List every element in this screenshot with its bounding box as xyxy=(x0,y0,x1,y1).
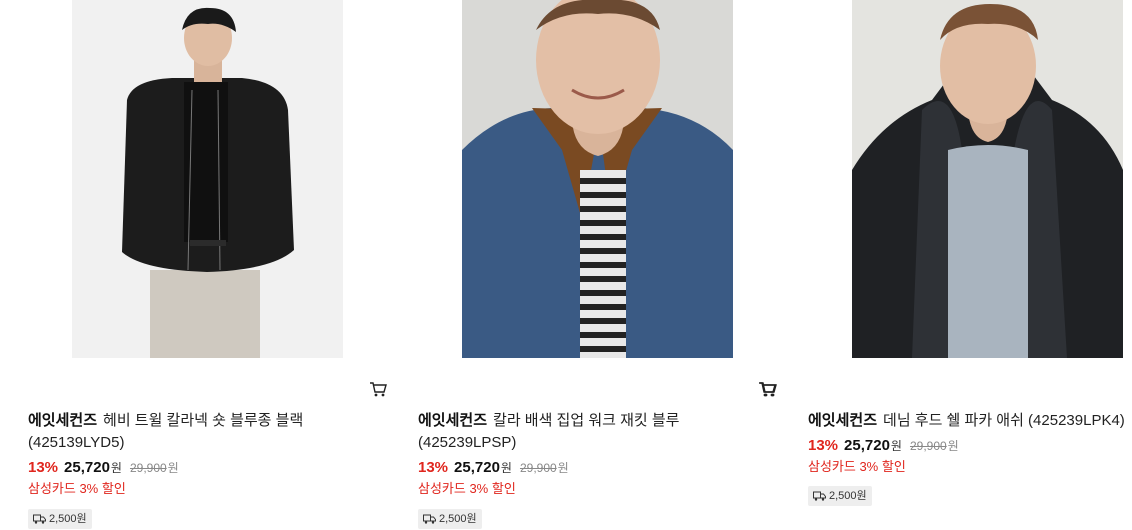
brand-name: 에잇세컨즈 xyxy=(28,412,98,429)
shipping-badge: 2,500원 xyxy=(808,486,872,506)
add-to-cart-button[interactable] xyxy=(758,380,776,398)
original-price: 29,900 xyxy=(909,439,947,453)
card-promo-text: 삼성카드 3% 할인 xyxy=(418,481,516,496)
cart-icon xyxy=(370,382,387,397)
product-name: 데님 후드 쉘 파카 애쉬 (425239LPK4) xyxy=(883,412,1125,429)
sale-price: 25,720 xyxy=(64,459,110,476)
currency-unit: 원 xyxy=(500,461,512,475)
brand-name: 에잇세컨즈 xyxy=(808,412,878,429)
product-title[interactable]: 에잇세컨즈 헤비 트윌 칼라넥 숏 블루종 블랙 (425139LYD5) xyxy=(28,410,388,454)
discount-rate: 13% xyxy=(418,459,449,476)
product-title[interactable]: 에잇세컨즈 데님 후드 쉘 파카 애쉬 (425239LPK4) xyxy=(808,410,1132,432)
product-card[interactable]: 에잇세컨즈 헤비 트윌 칼라넥 숏 블루종 블랙 (425139LYD5) 13%… xyxy=(28,0,388,530)
original-currency-unit: 원 xyxy=(947,439,959,453)
currency-unit: 원 xyxy=(110,461,122,475)
shipping-badge: 2,500원 xyxy=(418,509,482,529)
price-row: 13% 25,720원 29,900원 xyxy=(808,436,959,456)
product-card[interactable]: 에잇세컨즈 칼라 배색 집업 워크 재킷 블루 (425239LPSP) 13% 2… xyxy=(418,0,778,530)
sale-price: 25,720 xyxy=(844,437,890,454)
shipping-fee: 2,500원 xyxy=(49,513,87,525)
discount-rate: 13% xyxy=(808,437,839,454)
shipping-fee: 2,500원 xyxy=(439,513,477,525)
original-price: 29,900 xyxy=(129,461,167,475)
discount-rate: 13% xyxy=(28,459,59,476)
price-row: 13% 25,720원 29,900원 xyxy=(28,458,179,478)
brand-name: 에잇세컨즈 xyxy=(418,412,488,429)
truck-icon xyxy=(33,514,46,524)
product-card[interactable]: 에잇세컨즈 데님 후드 쉘 파카 애쉬 (425239LPK4) 13% 25,72… xyxy=(759,0,1132,530)
card-promo-text: 삼성카드 3% 할인 xyxy=(808,459,906,474)
original-price: 29,900 xyxy=(519,461,557,475)
product-image[interactable] xyxy=(72,0,343,358)
card-promo-text: 삼성카드 3% 할인 xyxy=(28,481,126,496)
add-to-cart-button[interactable] xyxy=(369,380,387,398)
original-currency-unit: 원 xyxy=(167,461,179,475)
shipping-fee: 2,500원 xyxy=(829,490,867,502)
product-image[interactable] xyxy=(462,0,733,358)
product-title[interactable]: 에잇세컨즈 칼라 배색 집업 워크 재킷 블루 (425239LPSP) xyxy=(418,410,778,454)
price-row: 13% 25,720원 29,900원 xyxy=(418,458,569,478)
shipping-badge: 2,500원 xyxy=(28,509,92,529)
original-currency-unit: 원 xyxy=(557,461,569,475)
currency-unit: 원 xyxy=(890,439,902,453)
sale-price: 25,720 xyxy=(454,459,500,476)
product-image[interactable] xyxy=(852,0,1123,358)
truck-icon xyxy=(813,491,826,501)
truck-icon xyxy=(423,514,436,524)
cart-icon xyxy=(759,382,776,397)
